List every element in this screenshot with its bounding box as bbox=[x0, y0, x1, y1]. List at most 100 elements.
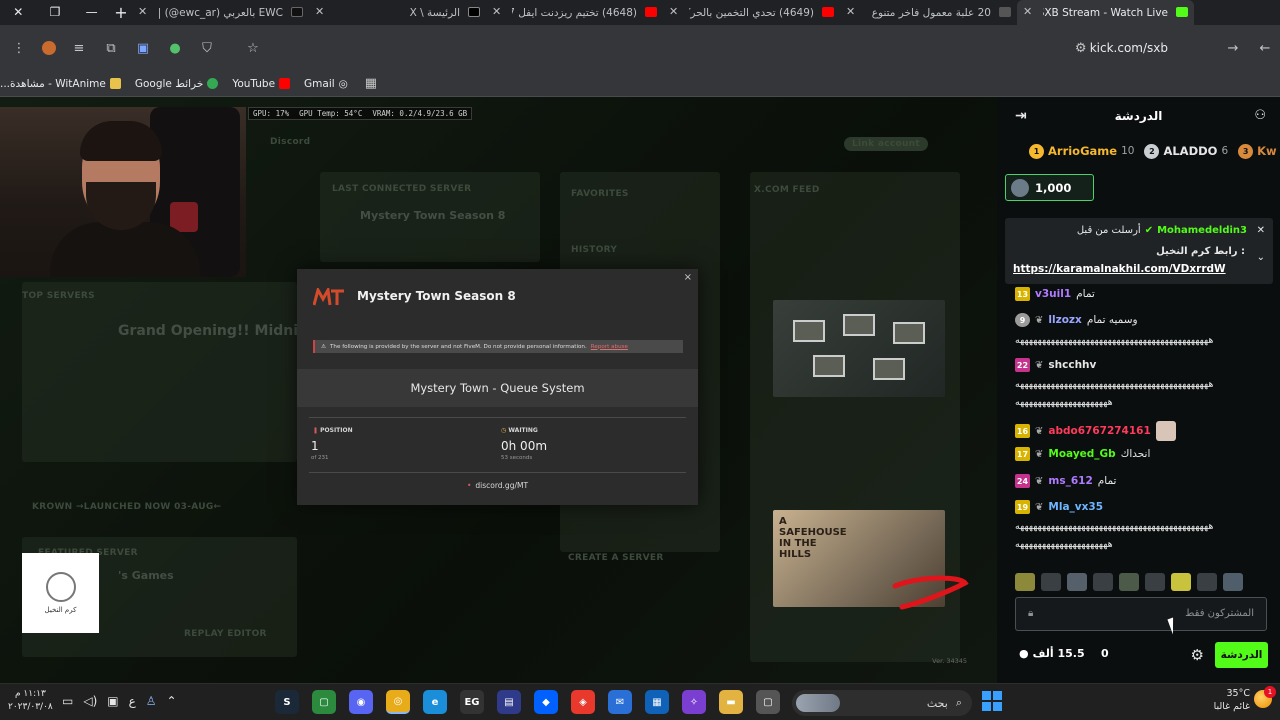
system-clock[interactable]: ١١:١٣ م ٢٠٢٣/٠٣/٠٨ bbox=[8, 688, 53, 714]
gifter-3[interactable]: 3 Kw bbox=[1238, 143, 1277, 159]
discord-icon[interactable]: ◉ bbox=[349, 690, 373, 714]
site-settings-icon[interactable]: ⚙ bbox=[1072, 39, 1090, 57]
extension-avatar-icon[interactable] bbox=[42, 41, 56, 55]
tab-strip: ✕ ❐ — + EWC بالعربي (ewc_ar@) | ✕ الرئيس… bbox=[0, 0, 1280, 25]
close-window-icon[interactable]: ✕ bbox=[0, 0, 37, 25]
top-servers-panel bbox=[22, 282, 297, 462]
gift-goal[interactable]: 1,000 bbox=[1005, 174, 1094, 201]
extension-icon[interactable]: ▣ bbox=[134, 39, 152, 57]
unpin-icon[interactable]: ✕ bbox=[1257, 225, 1265, 236]
apps-grid-icon[interactable]: ▦ bbox=[362, 75, 380, 93]
stream-player[interactable]: Discord LAST CONNECTED SERVER Mystery To… bbox=[0, 97, 997, 683]
network-icon[interactable]: ▣ bbox=[107, 694, 118, 708]
report-abuse-link[interactable]: Report abuse bbox=[591, 344, 628, 350]
chat-username[interactable]: Mla_vx35 bbox=[1048, 501, 1103, 513]
extension-badge-icon[interactable]: ● bbox=[166, 39, 184, 57]
chevron-down-icon[interactable]: ⌄ bbox=[1257, 252, 1265, 263]
app-green-icon[interactable]: ▢ bbox=[312, 690, 336, 714]
restore-window-icon[interactable]: ❐ bbox=[37, 0, 74, 25]
back-icon[interactable]: ← bbox=[1256, 39, 1274, 57]
epic-games-icon[interactable]: EG bbox=[460, 690, 484, 714]
emote-icon[interactable] bbox=[1119, 573, 1139, 591]
emote-icon[interactable] bbox=[1015, 573, 1035, 591]
users-icon[interactable]: ⚇ bbox=[1254, 108, 1266, 123]
close-icon[interactable]: ✕ bbox=[138, 5, 147, 18]
weather-widget[interactable]: 35°C غائم غالبا bbox=[1214, 687, 1250, 713]
edge-icon[interactable]: e bbox=[423, 690, 447, 714]
send-chat-button[interactable]: الدردشة bbox=[1215, 642, 1268, 668]
start-button[interactable] bbox=[982, 691, 1002, 711]
steam-icon[interactable]: S bbox=[275, 690, 299, 714]
copilot-icon[interactable]: ✧ bbox=[682, 690, 706, 714]
sponsor-logo-icon bbox=[45, 572, 76, 602]
battery-icon[interactable]: ▭ bbox=[62, 694, 73, 708]
chat-message: 24 ❦ ms_612 تمام bbox=[1015, 474, 1117, 488]
address-bar[interactable]: ⚙ kick.com/sxb bbox=[236, 33, 1186, 63]
minimize-window-icon[interactable]: — bbox=[73, 0, 110, 25]
bookmark-witanime[interactable]: WitAnime - مشاهدة... bbox=[0, 78, 121, 90]
tab-youtube-2[interactable]: (4649) تحدي التخمين بالحركا ✕ bbox=[663, 0, 840, 25]
chat-username[interactable]: ms_612 bbox=[1048, 475, 1092, 487]
bookmark-gmail[interactable]: ◎ Gmail bbox=[304, 78, 348, 90]
tab-shop[interactable]: 20 علبة معمول فاخر متنوع ✕ bbox=[840, 0, 1017, 25]
tab-x-home[interactable]: الرئيسة \ X ✕ bbox=[309, 0, 486, 25]
gear-icon[interactable]: ⚙ bbox=[1191, 646, 1204, 664]
close-icon[interactable]: ✕ bbox=[1023, 5, 1032, 18]
bookmark-youtube[interactable]: YouTube bbox=[232, 78, 291, 90]
close-icon[interactable]: ✕ bbox=[315, 5, 324, 18]
globe-icon: ◎ bbox=[338, 77, 348, 90]
gifter-2[interactable]: 2 ALADDO 6 bbox=[1144, 143, 1228, 159]
chat-username[interactable]: abdo6767274161 bbox=[1048, 425, 1150, 437]
modal-close-icon[interactable]: × bbox=[684, 272, 692, 283]
tab-ewc[interactable]: EWC بالعربي (ewc_ar@) | ✕ bbox=[132, 0, 309, 25]
chat-message: 9 ❦ llzozx وسميه تمام bbox=[1015, 313, 1270, 327]
chat-username[interactable]: v3uil1 bbox=[1035, 288, 1071, 300]
taskbar-search[interactable]: بحث ⌕ bbox=[792, 690, 972, 716]
store-icon[interactable]: ▦ bbox=[645, 690, 669, 714]
new-tab-button[interactable]: + bbox=[110, 0, 132, 25]
chrome-icon[interactable]: ◎ bbox=[386, 690, 410, 714]
lock-icon: 🔒︎ bbox=[1028, 608, 1034, 619]
app-icon[interactable]: ▤ bbox=[497, 690, 521, 714]
chat-username[interactable]: shcchhv bbox=[1048, 359, 1096, 371]
menu-icon[interactable]: ⋮ bbox=[10, 39, 28, 57]
tab-kick-stream[interactable]: SXB Stream - Watch Live ✕ bbox=[1017, 0, 1194, 25]
channel-points[interactable]: 0 bbox=[1101, 647, 1109, 660]
pinned-link[interactable]: https://karamalnakhil.com/VDxrrdW bbox=[1013, 263, 1226, 275]
language-indicator[interactable]: ع bbox=[129, 694, 136, 708]
volume-icon[interactable]: ◁) bbox=[83, 694, 97, 708]
shield-icon[interactable]: ⛉ bbox=[198, 39, 216, 57]
collapse-chat-icon[interactable]: ⇥ bbox=[1015, 108, 1027, 124]
app-red-icon[interactable]: ◈ bbox=[571, 690, 595, 714]
bookmark-maps[interactable]: خرائط Google bbox=[135, 78, 219, 90]
dropbox-icon[interactable]: ◆ bbox=[534, 690, 558, 714]
emote-icon[interactable] bbox=[1093, 573, 1113, 591]
close-icon[interactable]: ✕ bbox=[669, 5, 678, 18]
pinned-apps: S ▢ ◉ ◎ e EG ▤ ◆ ◈ ✉ ▦ ✧ ▬ ▢ bbox=[275, 690, 780, 714]
paw-icon: ❦ bbox=[1035, 501, 1044, 513]
emote-icon[interactable] bbox=[1197, 573, 1217, 591]
mail-icon[interactable]: ✉ bbox=[608, 690, 632, 714]
media-control-icon[interactable]: ≡ bbox=[70, 39, 88, 57]
emote-icon[interactable] bbox=[1171, 573, 1191, 591]
app-icon[interactable]: ▢ bbox=[756, 690, 780, 714]
tab-youtube-1[interactable]: (4648) تختيم ريزدنت ايفل 7 ✕ bbox=[486, 0, 663, 25]
emote-icon[interactable] bbox=[1223, 573, 1243, 591]
gifter-1[interactable]: 1 ArrioGame 10 bbox=[1029, 143, 1134, 159]
close-icon[interactable]: ✕ bbox=[846, 5, 855, 18]
emote-icon[interactable] bbox=[1145, 573, 1165, 591]
pinned-username[interactable]: Mohamedeldin3 bbox=[1157, 225, 1247, 236]
emote-icon[interactable] bbox=[1067, 573, 1087, 591]
emote-icon[interactable] bbox=[1041, 573, 1061, 591]
chat-input[interactable]: المشتركون فقط 🔒︎ bbox=[1015, 597, 1267, 631]
discord-link[interactable]: • discord.gg/MT bbox=[297, 481, 698, 490]
close-icon[interactable]: ✕ bbox=[492, 5, 501, 18]
chat-username[interactable]: llzozx bbox=[1048, 314, 1081, 326]
microphone-icon[interactable]: ♙ bbox=[146, 694, 157, 708]
divider bbox=[309, 417, 686, 418]
file-explorer-icon[interactable]: ▬ bbox=[719, 690, 743, 714]
extensions-icon[interactable]: ⧉ bbox=[102, 39, 120, 57]
chevron-up-icon[interactable]: ⌃ bbox=[167, 694, 177, 708]
forward-icon[interactable]: → bbox=[1224, 39, 1242, 57]
chat-username[interactable]: Moayed_Gb bbox=[1048, 448, 1115, 460]
